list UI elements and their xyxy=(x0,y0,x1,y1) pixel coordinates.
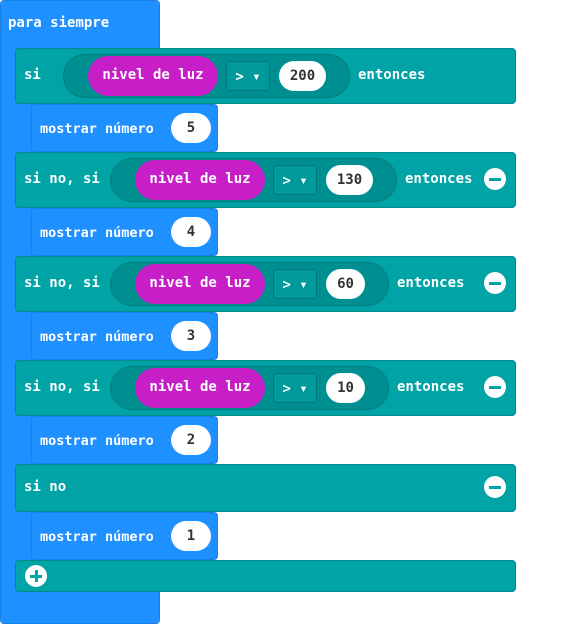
show-number-block[interactable]: mostrar número 1 xyxy=(31,512,218,560)
threshold-input[interactable]: 10 xyxy=(326,373,365,403)
minus-circle-icon[interactable] xyxy=(484,476,506,498)
show-number-block[interactable]: mostrar número 5 xyxy=(31,104,218,152)
show-number-label: mostrar número xyxy=(40,121,154,137)
then-label: entonces xyxy=(358,67,426,83)
light-level-block[interactable]: nivel de luz xyxy=(88,56,218,96)
then-label: entonces xyxy=(405,171,473,187)
minus-circle-icon[interactable] xyxy=(484,272,506,294)
number-input[interactable]: 2 xyxy=(171,425,211,455)
show-number-label: mostrar número xyxy=(40,529,154,545)
operator-dropdown[interactable]: > ▾ xyxy=(273,165,317,195)
show-number-label: mostrar número xyxy=(40,433,154,449)
then-label: entonces xyxy=(397,379,465,395)
if-block-footer xyxy=(15,560,516,592)
show-number-block[interactable]: mostrar número 3 xyxy=(31,312,218,360)
minus-circle-icon[interactable] xyxy=(484,376,506,398)
minus-circle-icon[interactable] xyxy=(484,168,506,190)
light-level-block[interactable]: nivel de luz xyxy=(135,264,265,304)
else-if-label: si no, si xyxy=(24,275,100,291)
number-input[interactable]: 1 xyxy=(171,521,211,551)
threshold-input[interactable]: 130 xyxy=(326,165,373,195)
show-number-label: mostrar número xyxy=(40,225,154,241)
then-label: entonces xyxy=(397,275,465,291)
plus-circle-icon[interactable] xyxy=(25,565,47,587)
show-number-label: mostrar número xyxy=(40,329,154,345)
else-if-label: si no, si xyxy=(24,171,100,187)
number-input[interactable]: 4 xyxy=(171,217,211,247)
threshold-input[interactable]: 60 xyxy=(326,269,365,299)
if-label: si xyxy=(24,67,41,83)
show-number-block[interactable]: mostrar número 2 xyxy=(31,416,218,464)
threshold-input[interactable]: 200 xyxy=(279,61,326,91)
else-label: si no xyxy=(24,479,67,495)
operator-dropdown[interactable]: > ▾ xyxy=(273,269,317,299)
else-if-label: si no, si xyxy=(24,379,100,395)
number-input[interactable]: 3 xyxy=(171,321,211,351)
operator-dropdown[interactable]: > ▾ xyxy=(273,373,317,403)
forever-label: para siempre xyxy=(8,15,110,31)
number-input[interactable]: 5 xyxy=(171,113,211,143)
else-row[interactable] xyxy=(15,464,516,512)
operator-dropdown[interactable]: > ▾ xyxy=(226,61,270,91)
light-level-block[interactable]: nivel de luz xyxy=(135,368,265,408)
show-number-block[interactable]: mostrar número 4 xyxy=(31,208,218,256)
light-level-block[interactable]: nivel de luz xyxy=(135,160,265,200)
